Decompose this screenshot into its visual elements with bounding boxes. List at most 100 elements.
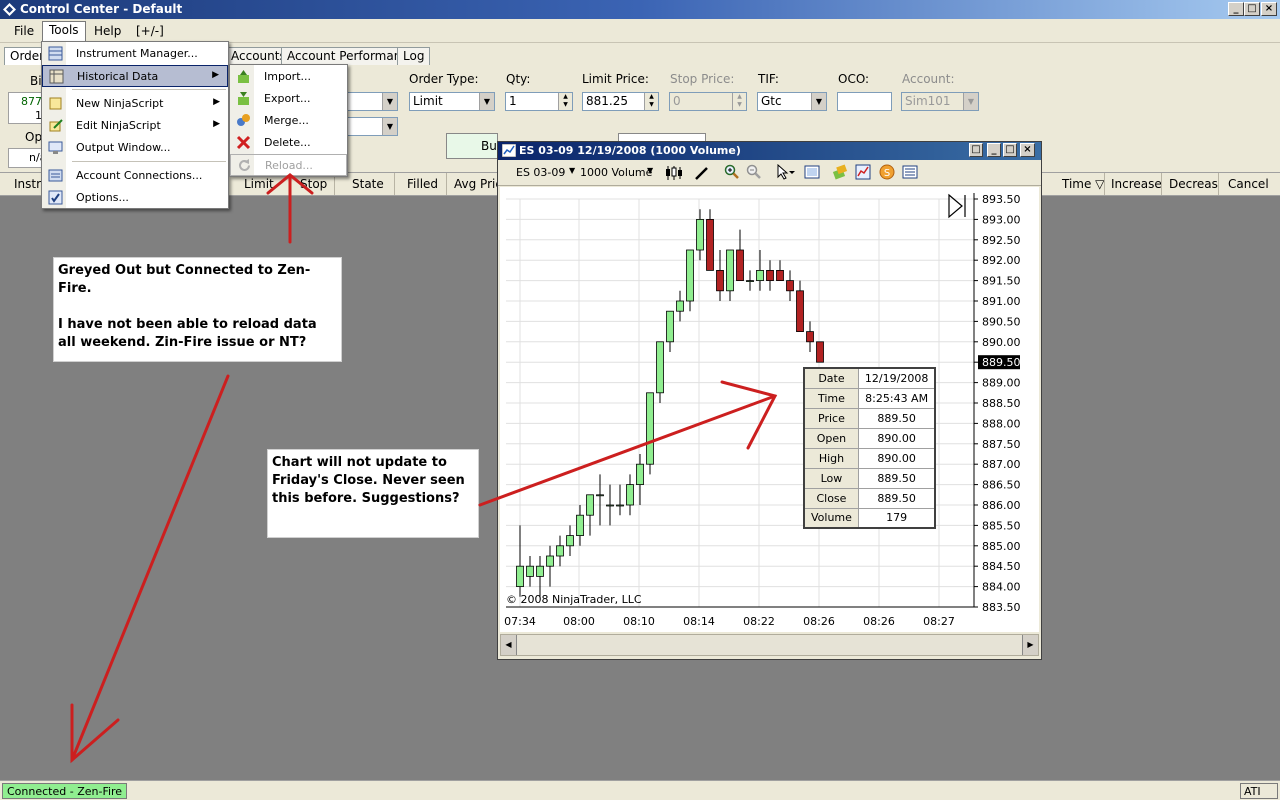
scroll-to-end-icon[interactable] xyxy=(948,193,963,219)
candle-body[interactable] xyxy=(636,463,644,486)
col-limit[interactable]: Limit xyxy=(244,177,274,191)
action-combo[interactable]: ▼ xyxy=(345,117,398,136)
instrument-selector[interactable]: ES 03-09 xyxy=(516,166,565,179)
candle-body[interactable] xyxy=(526,565,534,577)
candle-body[interactable] xyxy=(726,249,734,292)
candle-body[interactable] xyxy=(556,545,564,557)
order-type-select[interactable]: Limit ▼ xyxy=(409,92,495,111)
restore-button[interactable]: □ xyxy=(1244,2,1260,16)
col-decrease[interactable]: Decreas xyxy=(1169,177,1218,191)
menu-item-edit-ninjascript[interactable]: Edit NinjaScript ▶ xyxy=(42,115,228,137)
candle-body[interactable] xyxy=(806,331,814,343)
candle-body[interactable] xyxy=(656,341,664,394)
candle-body[interactable] xyxy=(516,565,524,588)
candle-body[interactable] xyxy=(626,484,634,506)
indicators-icon[interactable] xyxy=(832,164,848,180)
candle-body[interactable] xyxy=(756,270,764,282)
sync-icon[interactable]: S xyxy=(879,164,895,180)
chart-pin-button[interactable]: □ xyxy=(969,143,983,157)
chevron-down-icon[interactable]: ▼ xyxy=(569,166,575,175)
menu-item-export[interactable]: Export... xyxy=(230,88,347,110)
menu-item-historical-data[interactable]: Historical Data ▶ xyxy=(42,65,228,87)
spin-arrows-icon[interactable]: ▲ ▼ xyxy=(558,93,572,110)
chart-minimize-button[interactable]: _ xyxy=(987,143,1001,157)
menu-item-output-window[interactable]: Output Window... xyxy=(42,137,228,159)
candle-body[interactable] xyxy=(616,504,624,507)
menu-item-delete[interactable]: Delete... xyxy=(230,132,347,154)
menu-item-merge[interactable]: Merge... xyxy=(230,110,347,132)
limit-price-stepper[interactable]: 881.25 ▲ ▼ xyxy=(582,92,659,111)
chevron-down-icon[interactable]: ▼ xyxy=(647,166,653,175)
candle-body[interactable] xyxy=(676,300,684,312)
price-chart[interactable]: 893.50 893.00 892.50 892.00 891.50 891.00 890.… xyxy=(500,187,1039,632)
chart-icon xyxy=(502,144,516,157)
scroll-right-icon[interactable]: ▶ xyxy=(1022,635,1038,655)
instrument-combo[interactable]: ▼ xyxy=(345,92,398,111)
candle-body[interactable] xyxy=(576,514,584,537)
candle-body[interactable] xyxy=(596,494,604,497)
zoom-out-icon[interactable] xyxy=(746,164,762,180)
candle-body[interactable] xyxy=(746,280,754,282)
tif-select[interactable]: Gtc ▼ xyxy=(757,92,827,111)
chart-plot-area[interactable]: 893.50 893.00 892.50 892.00 891.50 891.00 890.… xyxy=(500,187,1039,632)
menu-toggle[interactable]: [+/-] xyxy=(130,23,170,39)
candle-body[interactable] xyxy=(586,494,594,516)
col-state[interactable]: State xyxy=(352,177,384,191)
candle-body[interactable] xyxy=(766,270,774,282)
options-icon xyxy=(48,190,63,205)
menu-item-instrument-manager[interactable]: Instrument Manager... xyxy=(42,43,228,65)
chart-style-icon[interactable] xyxy=(665,165,683,181)
candle-body[interactable] xyxy=(686,249,694,302)
candle-body[interactable] xyxy=(566,535,574,547)
menu-help[interactable]: Help xyxy=(88,23,127,39)
minimize-button[interactable]: _ xyxy=(1228,2,1244,16)
data-box-icon[interactable] xyxy=(804,164,820,180)
candle-body[interactable] xyxy=(796,290,804,333)
scroll-left-icon[interactable]: ◀ xyxy=(501,635,517,655)
col-time[interactable]: Time ▽ xyxy=(1062,177,1104,191)
pointer-icon[interactable] xyxy=(776,164,796,180)
spin-arrows-icon[interactable]: ▲ ▼ xyxy=(644,93,658,110)
qty-stepper[interactable]: 1 ▲ ▼ xyxy=(505,92,573,111)
chart-window[interactable]: ES 03-09 12/19/2008 (1000 Volume) □ _ □ … xyxy=(497,141,1042,660)
candle-body[interactable] xyxy=(736,249,744,282)
candle-body[interactable] xyxy=(816,341,824,363)
candle-body[interactable] xyxy=(646,392,654,465)
col-filled[interactable]: Filled xyxy=(407,177,438,191)
tooltip-row: High 890.00 xyxy=(803,447,936,469)
candle-body[interactable] xyxy=(606,504,614,507)
candle-body[interactable] xyxy=(546,555,554,567)
tooltip-key: Open xyxy=(803,427,859,449)
menu-item-import[interactable]: Import... xyxy=(230,66,347,88)
oco-input[interactable] xyxy=(837,92,892,111)
properties-icon[interactable] xyxy=(902,164,918,180)
strategies-icon[interactable] xyxy=(855,164,871,180)
sell-button[interactable] xyxy=(618,133,706,141)
menu-tools[interactable]: Tools xyxy=(42,21,86,42)
candle-body[interactable] xyxy=(716,270,724,292)
col-cancel[interactable]: Cancel xyxy=(1228,177,1269,191)
tab-log[interactable]: Log xyxy=(397,47,431,65)
candle-body[interactable] xyxy=(786,280,794,292)
menu-item-account-connections[interactable]: Account Connections... xyxy=(42,165,228,187)
buy-button[interactable]: Bu xyxy=(446,133,498,159)
drawing-tool-icon[interactable] xyxy=(694,165,710,181)
candle-body[interactable] xyxy=(666,310,674,343)
candle-body[interactable] xyxy=(536,565,544,577)
menu-file[interactable]: File xyxy=(8,23,40,39)
candle-body[interactable] xyxy=(706,219,714,271)
period-selector[interactable]: 1000 Volume xyxy=(580,166,652,179)
chart-close-button[interactable]: × xyxy=(1020,143,1035,157)
horizontal-scrollbar[interactable]: ◀ ▶ xyxy=(500,634,1039,656)
col-stop[interactable]: Stop xyxy=(300,177,327,191)
stop-price-value: 0 xyxy=(673,94,681,108)
col-increase[interactable]: Increase xyxy=(1111,177,1162,191)
menu-item-new-ninjascript[interactable]: New NinjaScript ▶ xyxy=(42,93,228,115)
close-button[interactable]: × xyxy=(1261,2,1277,16)
chart-maximize-button[interactable]: □ xyxy=(1003,143,1017,157)
zoom-in-icon[interactable] xyxy=(724,164,740,180)
candle-body[interactable] xyxy=(776,270,784,282)
col-avg-price[interactable]: Avg Pric xyxy=(454,177,502,191)
menu-item-options[interactable]: Options... xyxy=(42,187,228,209)
candle-body[interactable] xyxy=(696,219,704,251)
